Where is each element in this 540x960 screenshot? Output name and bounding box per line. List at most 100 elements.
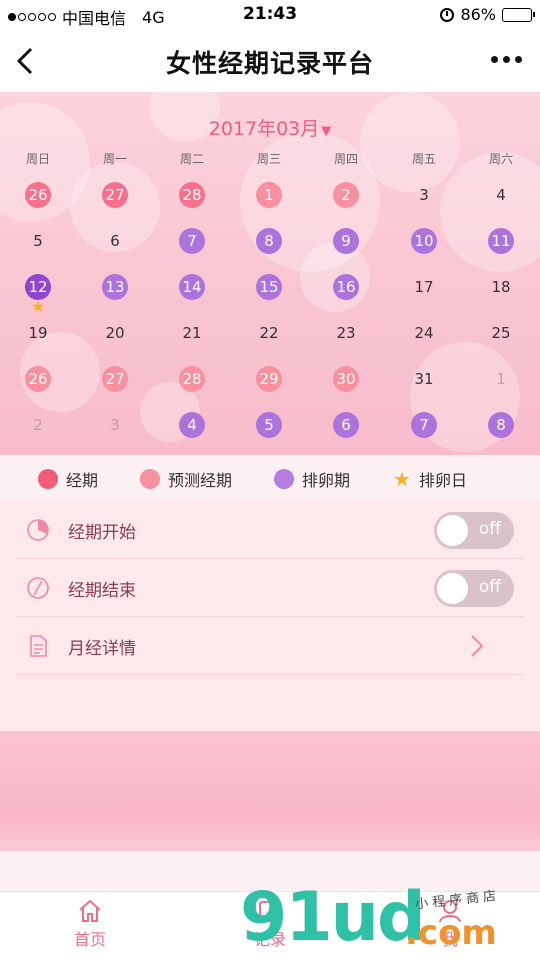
calendar-day[interactable]: 9: [323, 225, 369, 255]
calendar-day[interactable]: 16: [323, 271, 369, 301]
calendar-day[interactable]: 7: [401, 409, 447, 439]
weekday-label: 周五: [411, 152, 436, 166]
calendar-day[interactable]: 28: [169, 363, 215, 393]
calendar-day[interactable]: 17: [401, 271, 447, 301]
weekday-label: 周日: [25, 152, 50, 166]
day-number: 5: [33, 231, 43, 250]
calendar-day[interactable]: 31: [401, 363, 447, 393]
calendar-day[interactable]: 26: [15, 179, 61, 209]
weekday-label: 周二: [179, 152, 204, 166]
day-number: 11: [488, 227, 514, 254]
calendar-day[interactable]: 10: [401, 225, 447, 255]
watermark: 91ud .com 小程序商店: [240, 883, 540, 960]
day-number: 2: [33, 415, 43, 434]
toggle-knob: [437, 573, 468, 604]
day-number: 18: [491, 277, 511, 296]
period-end-toggle[interactable]: off: [434, 570, 514, 607]
day-number: 13: [102, 273, 128, 300]
document-icon: [30, 635, 47, 657]
day-number: 15: [256, 273, 282, 300]
calendar-day[interactable]: 27: [92, 179, 138, 209]
day-number: 5: [256, 411, 282, 438]
tab-home-label: 首页: [73, 930, 106, 949]
day-number: 28: [179, 365, 205, 392]
calendar-day[interactable]: 2: [323, 179, 369, 209]
more-dots-icon[interactable]: [491, 56, 522, 63]
period-start-toggle[interactable]: off: [434, 512, 514, 549]
calendar-day[interactable]: 11: [478, 225, 524, 255]
home-icon: [79, 899, 101, 922]
day-number: 25: [491, 323, 511, 342]
calendar-day[interactable]: 25: [478, 317, 524, 347]
star-icon: ★: [30, 297, 46, 316]
calendar-day[interactable]: 22: [246, 317, 292, 347]
calendar-day[interactable]: 24: [401, 317, 447, 347]
toggle-knob: [437, 515, 468, 546]
period-end-label: 经期结束: [68, 581, 136, 601]
calendar-day[interactable]: 5: [15, 225, 61, 255]
weekday-header: 周日 周一 周二 周三 周四 周五 周六: [0, 150, 540, 170]
period-details-row[interactable]: 月经详情: [16, 617, 524, 675]
day-number: 23: [336, 323, 356, 342]
calendar-day[interactable]: 8: [478, 409, 524, 439]
star-icon: ★: [393, 467, 411, 491]
legend-item: ★ 排卵日: [393, 467, 467, 491]
day-number: 4: [179, 411, 205, 438]
day-number: 28: [179, 181, 205, 208]
calendar-day[interactable]: 29: [246, 363, 292, 393]
calendar-day[interactable]: 28: [169, 179, 215, 209]
month-selector[interactable]: 2017年03月 ▼: [0, 114, 540, 141]
day-number: 16: [333, 273, 359, 300]
calendar-day[interactable]: 13: [92, 271, 138, 301]
calendar-day[interactable]: 1: [246, 179, 292, 209]
calendar-day[interactable]: 14: [169, 271, 215, 301]
slash-circle-icon: [27, 577, 49, 599]
day-number: 6: [333, 411, 359, 438]
calendar-day[interactable]: 21: [169, 317, 215, 347]
calendar-day[interactable]: 26: [15, 363, 61, 393]
day-number: 9: [333, 227, 359, 254]
legend-label: 排卵期: [302, 471, 351, 490]
nav-bar: 女性经期记录平台: [0, 30, 540, 92]
day-number: 7: [411, 411, 437, 438]
day-number: 4: [496, 185, 506, 204]
calendar-day[interactable]: 7: [169, 225, 215, 255]
calendar-day[interactable]: 30: [323, 363, 369, 393]
calendar-day[interactable]: 18: [478, 271, 524, 301]
status-right: 86%: [440, 5, 535, 24]
day-number: 1: [496, 369, 506, 388]
day-number: 1: [256, 181, 282, 208]
day-number: 3: [419, 185, 429, 204]
calendar-day[interactable]: 15: [246, 271, 292, 301]
calendar-day[interactable]: 4: [478, 179, 524, 209]
calendar-day[interactable]: 4: [169, 409, 215, 439]
legend-dot-icon: [274, 469, 294, 489]
legend: 经期 预测经期 排卵期 ★ 排卵日: [0, 455, 540, 501]
calendar-day[interactable]: 2: [15, 409, 61, 439]
calendar-day[interactable]: 3: [92, 409, 138, 439]
battery-icon: [502, 7, 535, 22]
legend-label: 预测经期: [168, 471, 233, 490]
watermark-logo: 91ud: [240, 878, 426, 957]
tab-home[interactable]: 首页: [40, 898, 140, 950]
calendar-day[interactable]: 23: [323, 317, 369, 347]
day-number: 8: [488, 411, 514, 438]
calendar-day[interactable]: 19: [15, 317, 61, 347]
calendar-day[interactable]: 6: [323, 409, 369, 439]
day-number: 12: [25, 273, 51, 300]
watermark-suffix: .com: [405, 913, 497, 953]
day-number: 24: [414, 323, 434, 342]
weekday-label: 周一: [102, 152, 127, 166]
calendar-day[interactable]: 5: [246, 409, 292, 439]
day-number: 31: [414, 369, 434, 388]
calendar-day[interactable]: 8: [246, 225, 292, 255]
calendar-day[interactable]: 1: [478, 363, 524, 393]
calendar-day[interactable]: 20: [92, 317, 138, 347]
chevron-right-icon: [471, 635, 484, 657]
calendar-day[interactable]: 6: [92, 225, 138, 255]
watermark-handwriting: 小程序商店: [414, 888, 501, 913]
battery-percent: 86%: [460, 5, 496, 24]
calendar-day[interactable]: 27: [92, 363, 138, 393]
day-number: 30: [333, 365, 359, 392]
calendar-day[interactable]: 3: [401, 179, 447, 209]
